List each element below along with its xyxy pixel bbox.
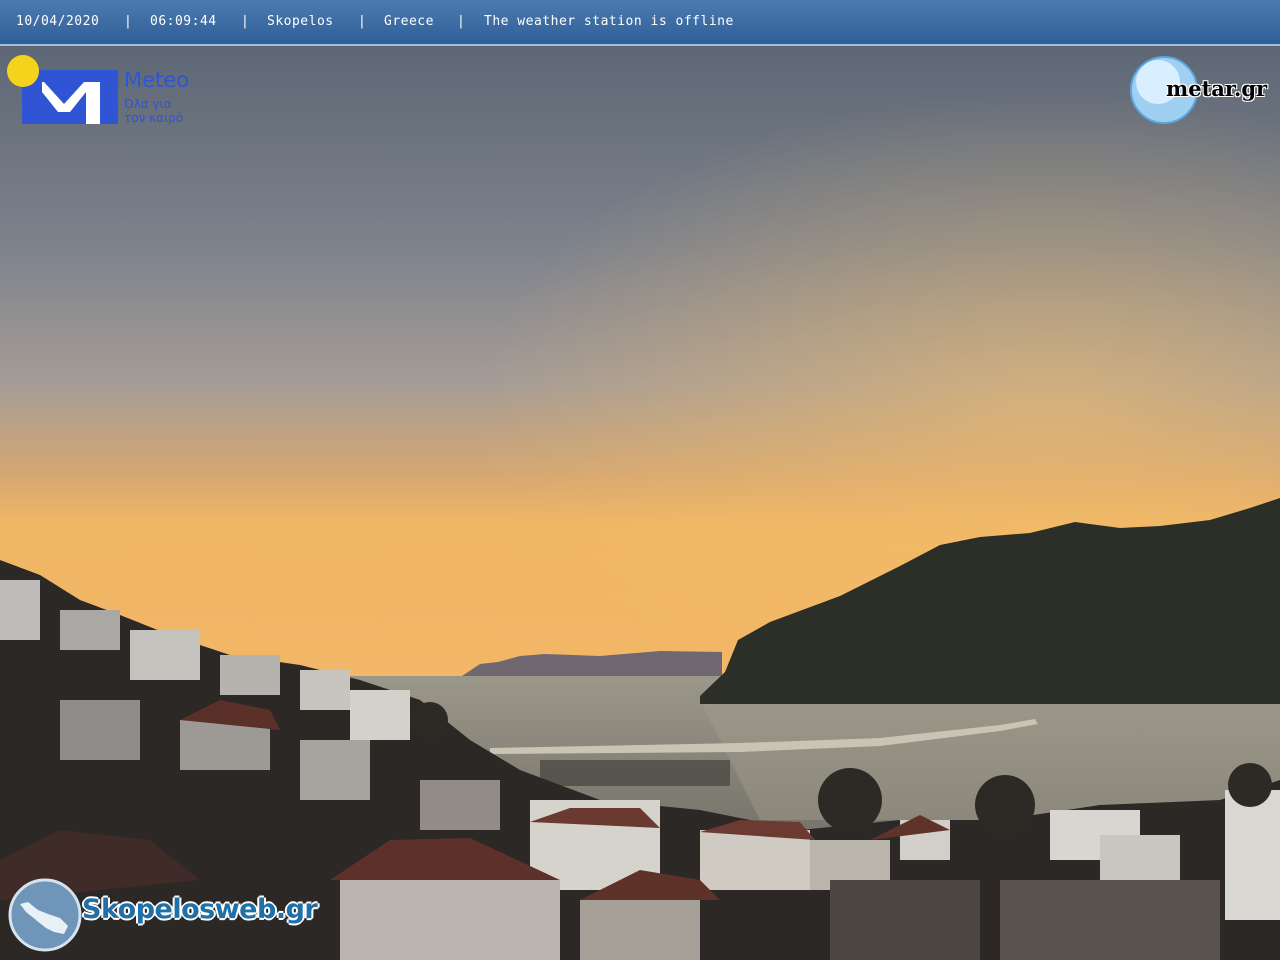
separator: | [241, 14, 249, 29]
time-label: 06:09:44 [150, 14, 217, 29]
meteo-tagline: Όλα για τον καιρό [124, 97, 184, 125]
separator: | [124, 14, 132, 29]
country-label: Greece [384, 14, 434, 29]
skopelosweb-brand: Skopelosweb.gr [82, 894, 318, 925]
date-label: 10/04/2020 [16, 14, 100, 29]
status-label: The weather station is offline [484, 14, 734, 29]
separator: | [457, 14, 465, 29]
separator: | [358, 14, 366, 29]
webcam-scene [0, 0, 1280, 960]
location-label: Skopelos [267, 14, 334, 29]
skopelos-island-icon [8, 878, 82, 952]
meteo-brand: Meteo [124, 68, 190, 92]
metar-brand: metar.gr [1166, 76, 1268, 101]
marina [540, 760, 730, 786]
status-banner: 10/04/2020 | 06:09:44 | Skopelos | Greec… [0, 0, 1280, 46]
